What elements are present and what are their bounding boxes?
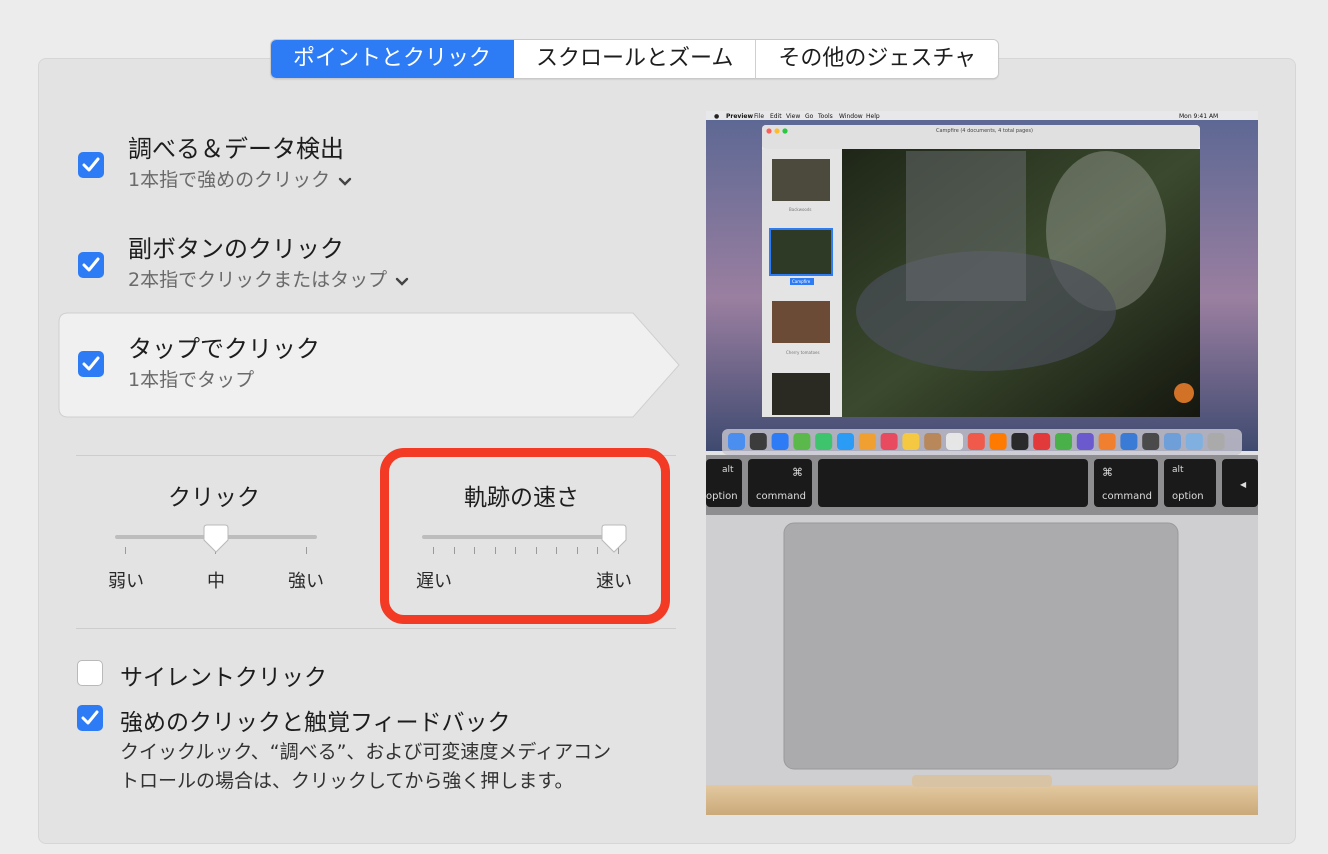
tab-point-and-click[interactable]: ポイントとクリック [271, 40, 515, 78]
dock-app-icon [1164, 433, 1181, 450]
thumb-label: Campfire [792, 279, 811, 284]
force-click-title: 強めのクリックと触覚フィードバック [120, 710, 511, 736]
dock-app-icon [989, 433, 1007, 450]
divider [76, 628, 676, 629]
command-key-icon: ⌘ [1102, 466, 1113, 479]
gesture-preview-illustration: ● Preview File Edit View Go Tools Window… [706, 111, 1258, 815]
option-tap-to-click[interactable]: タップでクリック 1本指でタップ [58, 325, 678, 405]
key-option-label: option [706, 491, 738, 502]
macbook-illustration: ● Preview File Edit View Go Tools Window… [706, 111, 1258, 815]
dock-app-icon [1185, 433, 1203, 450]
silent-click-checkbox[interactable] [77, 660, 103, 686]
dock-app-icon [1033, 433, 1051, 450]
menubar-item: File [754, 113, 764, 120]
menubar-item: Go [805, 113, 814, 120]
secondary-click-checkbox[interactable] [78, 252, 104, 278]
lookup-title: 調べる＆データ検出 [128, 135, 344, 163]
force-click-checkbox[interactable] [77, 705, 103, 731]
click-slider-label-strong: 強い [288, 571, 324, 592]
option-secondary-click: 副ボタンのクリック 2本指でクリックまたはタップ [58, 225, 678, 305]
dock-app-icon [749, 433, 767, 450]
menubar-item: Window [839, 113, 863, 120]
preview-window-title: Campfire (4 documents, 4 total pages) [936, 128, 1033, 134]
highlight-annotation [380, 448, 670, 624]
dock-app-icon [837, 433, 854, 450]
tab-scroll-and-zoom[interactable]: スクロールとズーム [514, 40, 757, 78]
apple-icon: ● [714, 113, 719, 120]
force-click-description-line2: トロールの場合は、クリックしてから強く押します。 [120, 770, 574, 792]
tab-bar: ポイントとクリック スクロールとズーム その他のジェスチャ [270, 39, 1000, 79]
menubar-item: Help [866, 113, 880, 120]
click-slider-title: クリック [168, 485, 260, 511]
dock-app-icon [858, 433, 876, 450]
key-alt-label: alt [722, 465, 734, 475]
secondary-click-gesture-label: 2本指でクリックまたはタップ [128, 269, 388, 291]
click-slider-tick [306, 547, 307, 554]
lookup-gesture-label: 1本指で強めのクリック [128, 169, 331, 191]
click-slider-label-medium: 中 [207, 571, 225, 592]
checkmark-icon [82, 157, 100, 172]
dock-app-icon [1142, 433, 1160, 450]
tab-more-gestures[interactable]: その他のジェスチャ [756, 40, 999, 78]
command-key-icon: ⌘ [792, 466, 803, 479]
click-slider-label-weak: 弱い [108, 571, 144, 592]
dock-app-icon [771, 433, 789, 450]
dock-app-icon [946, 433, 963, 450]
lookup-gesture-select[interactable]: 1本指で強めのクリック [128, 165, 352, 192]
dock-app-icon [924, 433, 942, 450]
menubar-item: View [786, 113, 800, 120]
force-click-description-line1: クイックルック、“調べる”、および可変速度メディアコン [120, 741, 612, 763]
dock-app-icon [1207, 433, 1225, 450]
key-command-label: command [756, 491, 806, 502]
checkmark-icon [82, 257, 100, 272]
tap-to-click-subtitle: 1本指でタップ [128, 369, 255, 391]
chevron-down-icon [395, 270, 409, 292]
secondary-click-title: 副ボタンのクリック [128, 235, 344, 263]
dock-app-icon [967, 433, 985, 450]
click-slider-tick [125, 547, 126, 554]
menubar-item: Edit [770, 113, 782, 120]
dock-app-icon [1011, 433, 1029, 450]
dock-app-icon [1055, 433, 1072, 450]
secondary-click-gesture-select[interactable]: 2本指でクリックまたはタップ [128, 265, 409, 292]
key-option-label: option [1172, 491, 1204, 502]
checkmark-icon [82, 356, 100, 371]
chevron-down-icon [338, 170, 352, 192]
tap-to-click-title: タップでクリック [128, 335, 320, 363]
dock-app-icon [902, 433, 920, 450]
dock-app-icon [1076, 433, 1094, 450]
menubar-item: Tools [817, 113, 833, 120]
dock-app-icon [880, 433, 898, 450]
thumb-label: Backwoods [789, 207, 812, 212]
checkmark-icon [81, 710, 99, 725]
dock-app-icon [1098, 433, 1116, 450]
thumb-label: Cherry tomatoes [786, 350, 820, 355]
tap-to-click-checkbox[interactable] [78, 351, 104, 377]
key-alt-label: alt [1172, 465, 1184, 475]
dock-app-icon [793, 433, 811, 450]
key-command-label: command [1102, 491, 1152, 502]
arrow-left-icon: ◀ [1240, 480, 1247, 489]
silent-click-title: サイレントクリック [120, 665, 327, 691]
menubar-app-name: Preview [726, 113, 753, 120]
dock-app-icon [1120, 433, 1138, 450]
dock-app-icon [728, 433, 745, 450]
lookup-checkbox[interactable] [78, 152, 104, 178]
click-slider-knob[interactable] [203, 524, 229, 554]
option-lookup: 調べる＆データ検出 1本指で強めのクリック [58, 125, 678, 205]
menubar-clock: Mon 9:41 AM [1179, 113, 1218, 120]
dock-app-icon [815, 433, 833, 450]
